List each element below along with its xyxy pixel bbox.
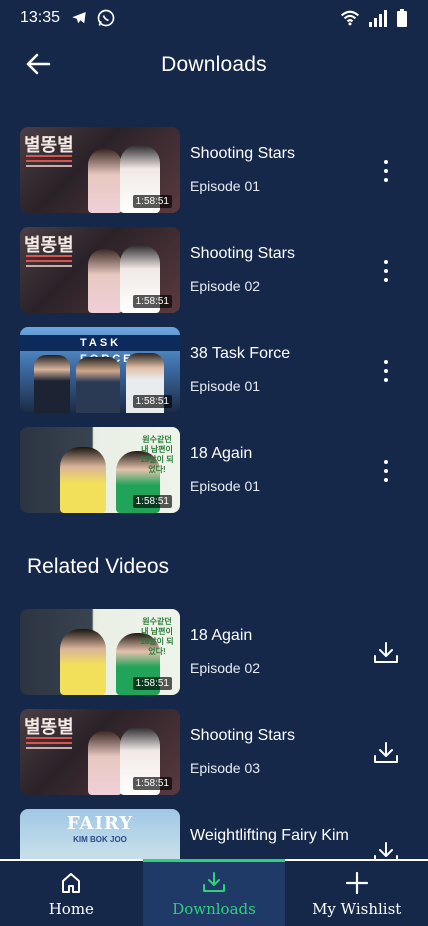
episode-label: Episode 02 xyxy=(190,278,261,294)
video-title: Shooting Stars xyxy=(190,245,295,262)
episode-label: Episode 02 xyxy=(190,660,261,676)
thumbnail-banner: TASK FORCE xyxy=(20,335,180,365)
download-icon[interactable] xyxy=(372,639,400,667)
more-options-button[interactable] xyxy=(374,357,398,385)
related-item[interactable]: 별똥별 1:58:51 Shooting Stars Episode 03 xyxy=(20,709,410,795)
header: Downloads xyxy=(0,40,428,90)
status-time: 13:35 xyxy=(20,9,61,26)
thumbnail-logo: 별똥별 xyxy=(24,135,74,156)
battery-icon xyxy=(397,9,407,27)
nav-label-home: Home xyxy=(48,899,94,918)
video-title: Shooting Stars xyxy=(190,145,295,162)
episode-label: Episode 01 xyxy=(190,178,261,194)
video-thumbnail[interactable]: 별똥별 1:58:51 xyxy=(20,709,180,795)
episode-label: Episode 03 xyxy=(190,760,261,776)
wifi-icon xyxy=(340,10,360,26)
episode-label: Episode 01 xyxy=(190,378,261,394)
download-item[interactable]: 원수같던 내 남편이 18살이 되었다! 1:58:51 18 Again Ep… xyxy=(20,427,410,513)
nav-label-wishlist: My Wishlist xyxy=(312,899,402,918)
home-icon xyxy=(62,872,81,893)
duration-badge: 1:58:51 xyxy=(132,395,172,408)
back-button[interactable] xyxy=(22,48,54,80)
episode-label: Episode 01 xyxy=(190,478,261,494)
video-thumbnail[interactable]: 별똥별 1:58:51 xyxy=(20,127,180,213)
duration-badge: 1:58:51 xyxy=(132,677,172,690)
nav-label-downloads: Downloads xyxy=(172,899,256,918)
more-options-button[interactable] xyxy=(374,257,398,285)
related-item[interactable]: 원수같던 내 남편이 18살이 되었다! 1:58:51 18 Again Ep… xyxy=(20,609,410,695)
nav-home[interactable]: Home xyxy=(0,861,143,926)
status-bar: 13:35 xyxy=(0,0,428,36)
page-title: Downloads xyxy=(161,53,267,76)
signal-icon xyxy=(369,10,387,27)
nav-wishlist[interactable]: My Wishlist xyxy=(285,861,428,926)
thumbnail-logo: 별똥별 xyxy=(24,717,74,738)
video-thumbnail[interactable]: 원수같던 내 남편이 18살이 되었다! 1:58:51 xyxy=(20,609,180,695)
video-title: Shooting Stars xyxy=(190,727,295,744)
telegram-icon xyxy=(72,12,86,24)
duration-badge: 1:58:51 xyxy=(132,495,172,508)
thumbnail-title: FAIRY xyxy=(66,813,134,834)
plus-icon xyxy=(345,871,368,894)
duration-badge: 1:58:51 xyxy=(132,195,172,208)
bottom-nav: Home Downloads My Wishlist xyxy=(0,859,428,926)
video-title: Weightlifting Fairy Kim xyxy=(190,827,349,844)
whatsapp-icon xyxy=(97,9,115,27)
thumbnail-logo: 별똥별 xyxy=(24,235,74,256)
thumbnail-caption: 원수같던 내 남편이 18살이 되었다! xyxy=(140,617,174,656)
arrow-left-icon xyxy=(26,53,51,75)
download-item[interactable]: TASK FORCE 1:58:51 38 Task Force Episode… xyxy=(20,327,410,413)
nav-downloads[interactable]: Downloads xyxy=(142,859,286,926)
video-title: 18 Again xyxy=(190,627,253,644)
thumbnail-caption: 원수같던 내 남편이 18살이 되었다! xyxy=(140,435,174,474)
video-title: 18 Again xyxy=(190,445,253,462)
download-icon xyxy=(203,871,225,892)
duration-badge: 1:58:51 xyxy=(132,777,172,790)
more-options-button[interactable] xyxy=(374,157,398,185)
video-thumbnail[interactable]: 별똥별 1:58:51 xyxy=(20,227,180,313)
duration-badge: 1:58:51 xyxy=(132,295,172,308)
download-icon[interactable] xyxy=(372,739,400,767)
video-thumbnail[interactable]: 원수같던 내 남편이 18살이 되었다! 1:58:51 xyxy=(20,427,180,513)
thumbnail-subtitle: KIM BOK JOO xyxy=(73,835,127,844)
related-videos-heading: Related Videos xyxy=(27,555,170,578)
more-options-button[interactable] xyxy=(374,457,398,485)
video-title: 38 Task Force xyxy=(190,345,291,362)
download-item[interactable]: 별똥별 1:58:51 Shooting Stars Episode 01 xyxy=(20,127,410,213)
download-item[interactable]: 별똥별 1:58:51 Shooting Stars Episode 02 xyxy=(20,227,410,313)
video-thumbnail[interactable]: TASK FORCE 1:58:51 xyxy=(20,327,180,413)
